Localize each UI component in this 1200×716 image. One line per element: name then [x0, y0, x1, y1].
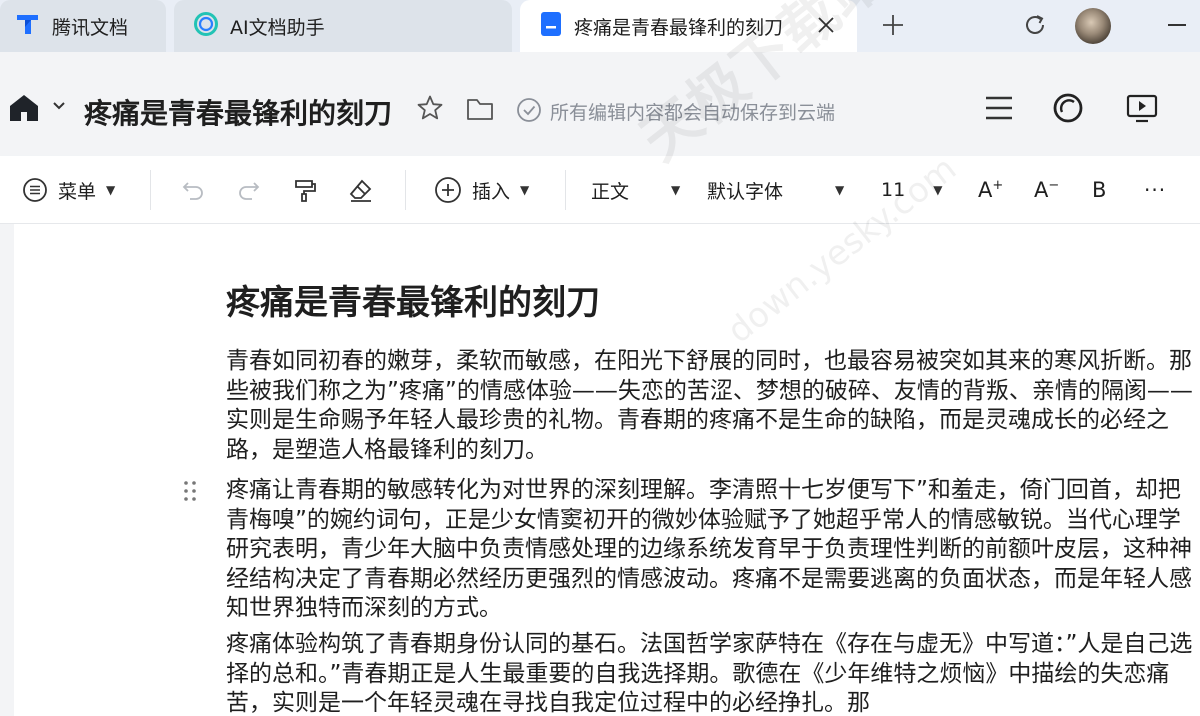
assistant-icon[interactable] — [1052, 92, 1084, 124]
plus-circle-icon — [434, 176, 462, 204]
minimize-icon[interactable] — [1168, 24, 1186, 26]
paragraph-style-value: 正文 — [591, 180, 630, 203]
redo-icon — [236, 177, 262, 203]
menu-button[interactable]: 菜单 ▼ — [22, 156, 115, 224]
tab-tencent-docs[interactable]: 腾讯文档 — [0, 0, 166, 52]
tab-ai-assistant[interactable]: AI文档助手 — [174, 0, 512, 52]
paragraph[interactable]: 青春如同初春的嫩芽，柔软而敏感，在阳光下舒展的同时，也最容易被突如其来的寒风折断… — [226, 347, 1196, 465]
home-icon[interactable] — [8, 92, 40, 124]
menu-label: 菜单 — [58, 180, 97, 203]
caret-down-icon: ▼ — [520, 183, 530, 197]
star-icon[interactable] — [416, 94, 444, 122]
eraser-icon — [348, 177, 374, 203]
format-painter-icon — [292, 177, 318, 203]
plus-icon[interactable] — [878, 10, 908, 40]
avatar[interactable] — [1075, 8, 1111, 44]
caret-down-icon: ▼ — [835, 183, 845, 197]
tab-title: AI文档助手 — [230, 16, 325, 39]
reload-icon[interactable] — [1020, 10, 1050, 40]
chevron-down-icon[interactable] — [52, 98, 66, 112]
bold-label: B — [1092, 178, 1107, 202]
ai-assistant-icon — [192, 10, 220, 43]
doc-title[interactable]: 疼痛是青春最锋利的刻刀 — [84, 92, 392, 132]
insert-label: 插入 — [472, 180, 511, 203]
save-status: 所有编辑内容都会自动保存到云端 — [550, 102, 836, 124]
font-size-select[interactable]: 11 ▼ — [881, 156, 942, 224]
editor-toolbar: 菜单 ▼ 插入 ▼ 正文 ▼ 默认字体 ▼ 11 ▼ A+ A− B ··· — [0, 156, 1200, 224]
insert-button[interactable]: 插入 ▼ — [434, 156, 529, 224]
clear-format-button[interactable] — [348, 156, 374, 224]
folder-icon[interactable] — [466, 96, 494, 122]
tab-current-document[interactable]: 疼痛是青春最锋利的刻刀 — [520, 0, 857, 52]
toolbar-divider — [150, 170, 151, 210]
decrease-font-button[interactable]: A− — [1034, 156, 1059, 224]
browser-tab-bar: 腾讯文档 AI文档助手 疼痛是青春最锋利的刻刀 — [0, 0, 1200, 52]
paragraph-style-select[interactable]: 正文 ▼ — [591, 156, 680, 224]
font-family-value: 默认字体 — [707, 180, 784, 203]
article-title[interactable]: 疼痛是青春最锋利的刻刀 — [226, 275, 600, 324]
increase-font-icon: A+ — [978, 178, 1004, 202]
tab-title: 腾讯文档 — [52, 16, 129, 39]
more-icon: ··· — [1144, 178, 1167, 202]
close-icon[interactable] — [813, 12, 839, 38]
check-circle-icon — [516, 97, 542, 123]
caret-down-icon: ▼ — [671, 183, 681, 197]
paragraph[interactable]: 疼痛让青春期的敏感转化为对世界的深刻理解。李清照十七岁便写下”和羞走，倚门回首，… — [226, 476, 1196, 624]
menu-circle-icon — [22, 177, 48, 203]
caret-down-icon: ▼ — [106, 183, 116, 197]
document-icon — [538, 10, 564, 43]
document-header: 疼痛是青春最锋利的刻刀 所有编辑内容都会自动保存到云端 — [0, 52, 1200, 156]
toolbar-divider — [405, 170, 406, 210]
tab-title: 疼痛是青春最锋利的刻刀 — [574, 16, 784, 39]
format-painter-button[interactable] — [292, 156, 318, 224]
redo-button[interactable] — [236, 156, 262, 224]
tencent-docs-icon — [14, 10, 42, 43]
more-button[interactable]: ··· — [1144, 156, 1166, 224]
undo-button[interactable] — [180, 156, 206, 224]
bold-button[interactable]: B — [1092, 156, 1106, 224]
caret-down-icon: ▼ — [933, 183, 943, 197]
paragraph[interactable]: 疼痛体验构筑了青春期身份认同的基石。法国哲学家萨特在《存在与虚无》中写道：”人是… — [226, 630, 1196, 716]
toolbar-divider — [565, 170, 566, 210]
font-size-value: 11 — [881, 179, 906, 201]
menu-lines-icon[interactable] — [984, 94, 1014, 122]
font-family-select[interactable]: 默认字体 ▼ — [707, 156, 844, 224]
increase-font-button[interactable]: A+ — [978, 156, 1003, 224]
present-icon[interactable] — [1126, 92, 1158, 124]
drag-handle-icon[interactable] — [182, 480, 198, 502]
decrease-font-icon: A− — [1034, 178, 1060, 202]
undo-icon — [180, 177, 206, 203]
